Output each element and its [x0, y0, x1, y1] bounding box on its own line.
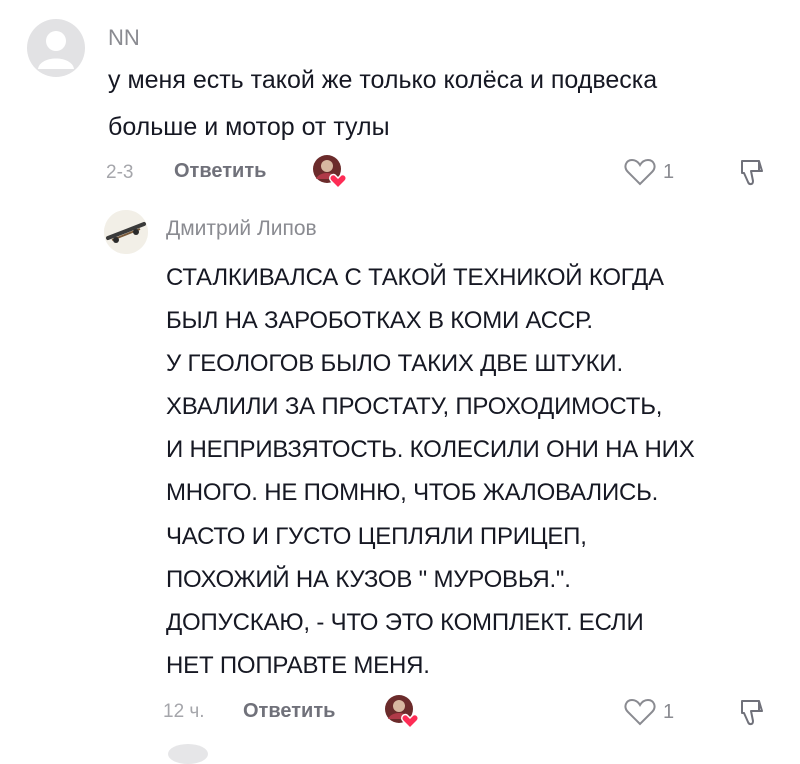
default-avatar-icon [38, 31, 74, 69]
reply-button[interactable]: Ответить [174, 160, 266, 183]
creator-avatar-heart-icon [313, 155, 347, 190]
reply-button[interactable]: Ответить [243, 700, 335, 723]
like-button[interactable] [622, 155, 658, 189]
creator-liked-avatar [310, 152, 350, 192]
creator-avatar-heart-icon [385, 695, 419, 730]
dislike-button[interactable] [736, 155, 772, 191]
comment-time: 2-3 [106, 162, 134, 183]
comment-text-line: ЧАСТО И ГУСТО ЦЕПЛЯЛИ ПРИЦЕП, [166, 522, 587, 550]
creator-liked-avatar [382, 692, 422, 732]
like-count: 1 [663, 161, 675, 183]
comment-text-line: У ГЕОЛОГОВ БЫЛО ТАКИХ ДВЕ ШТУКИ. [166, 350, 623, 378]
comment-text-line: БЫЛ НА ЗАРОБОТКАХ В КОМИ АССР. [166, 307, 593, 335]
comment-text: СТАЛКИВАЛСА С ТАКОЙ ТЕХНИКОЙ КОГДА БЫЛ Н… [166, 256, 786, 687]
comment-text-line: ПОХОЖИЙ НА КУЗОВ " МУРОВЬЯ.". [166, 565, 571, 593]
comment-username[interactable]: Дмитрий Липов [166, 217, 317, 241]
comment-time: 12 ч. [163, 701, 205, 722]
comment-text-line: ХВАЛИЛИ ЗА ПРОСТАТУ, ПРОХОДИМОСТЬ, [166, 393, 663, 421]
comment-text-line: НЕТ ПОПРАВТЕ МЕНЯ. [166, 651, 430, 679]
comment-text-line: МНОГО. НЕ ПОМНЮ, ЧТОБ ЖАЛОВАЛИСЬ. [166, 479, 659, 507]
thumbs-down-icon [741, 700, 763, 726]
avatar-default[interactable] [27, 19, 85, 77]
heart-outline-icon [624, 698, 656, 726]
comment-text-line: ДОПУСКАЮ, - ЧТО ЭТО КОМПЛЕКТ. ЕСЛИ [166, 608, 644, 636]
comment-text-line: больше и мотор от тулы [108, 113, 390, 141]
avatar-dmitry[interactable] [104, 210, 148, 254]
comment-username[interactable]: NN [108, 25, 140, 51]
comment-text-line: у меня есть такой же только колёса и под… [108, 66, 658, 94]
comment-text-line: И НЕПРИВЗЯТОСТЬ. КОЛЕСИЛИ ОНИ НА НИХ [166, 436, 695, 464]
heart-outline-icon [624, 158, 656, 186]
dislike-button[interactable] [736, 695, 772, 731]
thumbs-down-icon [741, 160, 763, 186]
vehicle-avatar-icon [104, 210, 148, 254]
like-count: 1 [663, 701, 675, 723]
next-comment-avatar [168, 744, 208, 764]
like-button[interactable] [622, 695, 658, 729]
comment-text: у меня есть такой же только колёса и под… [108, 57, 788, 151]
comment-text-line: СТАЛКИВАЛСА С ТАКОЙ ТЕХНИКОЙ КОГДА [166, 264, 664, 291]
